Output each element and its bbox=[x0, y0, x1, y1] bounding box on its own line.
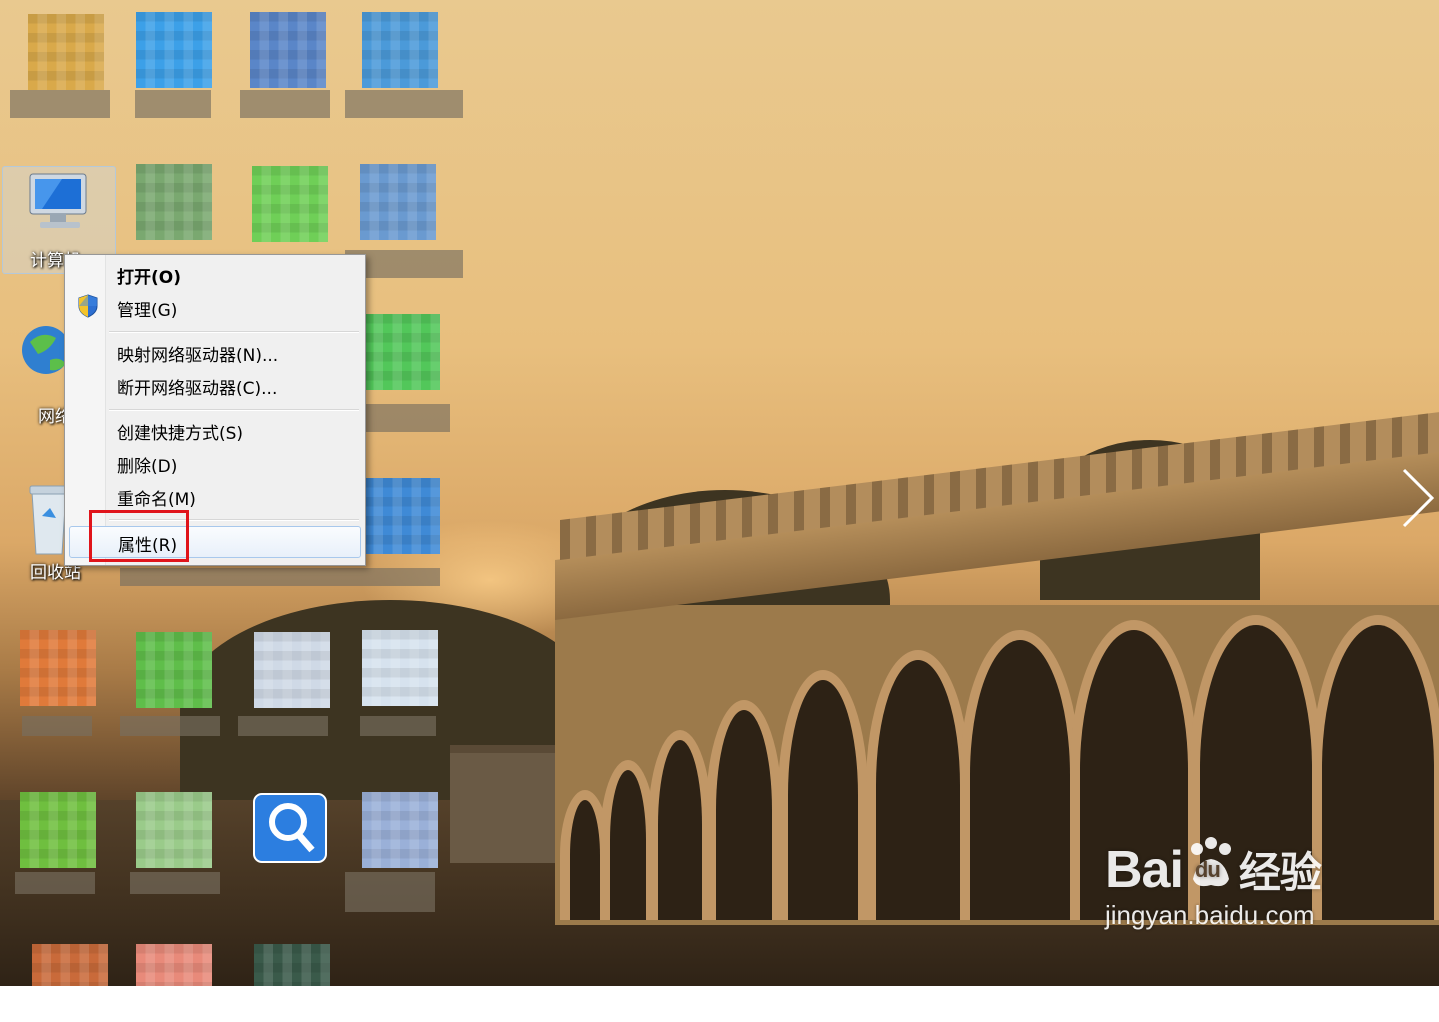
blurred-label bbox=[238, 716, 328, 736]
computer-icon[interactable] bbox=[22, 170, 108, 248]
bridge-arch bbox=[706, 700, 782, 920]
menu-item-manage[interactable]: 管理(G) bbox=[69, 292, 359, 322]
menu-item-label: 重命名(M) bbox=[117, 490, 196, 510]
blurred-label bbox=[240, 90, 330, 118]
menu-separator bbox=[109, 331, 359, 333]
user-folder-icon[interactable] bbox=[20, 14, 106, 92]
watermark-logo: Bai du 经验 bbox=[1105, 835, 1322, 900]
menu-item-create-shortcut[interactable]: 创建快捷方式(S) bbox=[69, 415, 359, 445]
browser-shortcut-icon[interactable] bbox=[360, 12, 446, 90]
menu-item-label: 打开(O) bbox=[117, 268, 181, 288]
menu-item-label: 管理(G) bbox=[117, 301, 178, 321]
blurred-label bbox=[345, 90, 463, 118]
menu-item-delete[interactable]: 删除(D) bbox=[69, 448, 359, 478]
menu-item-rename[interactable]: 重命名(M) bbox=[69, 481, 359, 511]
chevron-right-icon[interactable] bbox=[1398, 468, 1438, 528]
bridge-arch bbox=[778, 670, 868, 920]
app-shortcut-icon[interactable] bbox=[18, 630, 104, 708]
app-shortcut-icon[interactable] bbox=[134, 12, 220, 90]
document-shortcut-icon[interactable] bbox=[252, 632, 338, 710]
menu-item-label: 删除(D) bbox=[117, 457, 178, 477]
app-shortcut-icon[interactable] bbox=[30, 944, 116, 1022]
blurred-label bbox=[135, 90, 211, 118]
bridge-arch bbox=[960, 630, 1080, 920]
blurred-label bbox=[360, 716, 436, 736]
blurred-label bbox=[345, 872, 435, 912]
uac-shield-icon bbox=[77, 294, 99, 318]
menu-item-label: 断开网络驱动器(C)... bbox=[117, 379, 278, 399]
blurred-label bbox=[15, 872, 95, 894]
app-shortcut-icon[interactable] bbox=[134, 164, 220, 242]
app-shortcut-icon[interactable] bbox=[362, 478, 448, 556]
app-shortcut-icon[interactable] bbox=[250, 166, 336, 244]
app-shortcut-icon[interactable] bbox=[18, 792, 104, 870]
blurred-label bbox=[22, 716, 92, 736]
blurred-label bbox=[130, 872, 220, 894]
app-shortcut-icon[interactable] bbox=[252, 944, 338, 1022]
bridge-arch bbox=[648, 730, 712, 920]
bridge-arch bbox=[1312, 615, 1439, 920]
app-shortcut-icon[interactable] bbox=[134, 792, 220, 870]
blurred-label bbox=[360, 404, 450, 432]
app-shortcut-icon[interactable] bbox=[134, 944, 220, 1022]
menu-item-map-network-drive[interactable]: 映射网络驱动器(N)... bbox=[69, 337, 359, 367]
baidu-jingyan-watermark: Bai du 经验 jingyan.baidu.com bbox=[1105, 835, 1322, 931]
search-app-icon[interactable] bbox=[252, 792, 338, 870]
menu-item-disconnect-network-drive[interactable]: 断开网络驱动器(C)... bbox=[69, 370, 359, 400]
annotation-highlight-box bbox=[89, 510, 189, 562]
network-shortcut-icon[interactable] bbox=[248, 12, 334, 90]
blurred-label bbox=[120, 716, 220, 736]
bridge-arch bbox=[866, 650, 970, 920]
blurred-label bbox=[10, 90, 110, 118]
app-shortcut-icon[interactable] bbox=[360, 792, 446, 870]
document-shortcut-icon[interactable] bbox=[360, 630, 446, 708]
blurred-label bbox=[120, 568, 440, 586]
menu-item-label: 创建快捷方式(S) bbox=[117, 424, 244, 444]
watermark-url: jingyan.baidu.com bbox=[1105, 900, 1315, 930]
menu-item-label: 映射网络驱动器(N)... bbox=[117, 346, 279, 366]
app-shortcut-icon[interactable] bbox=[362, 314, 448, 392]
app-shortcut-icon[interactable] bbox=[134, 632, 220, 710]
menu-separator bbox=[109, 409, 359, 411]
app-shortcut-icon[interactable] bbox=[358, 164, 444, 242]
menu-item-open[interactable]: 打开(O) bbox=[69, 259, 359, 289]
